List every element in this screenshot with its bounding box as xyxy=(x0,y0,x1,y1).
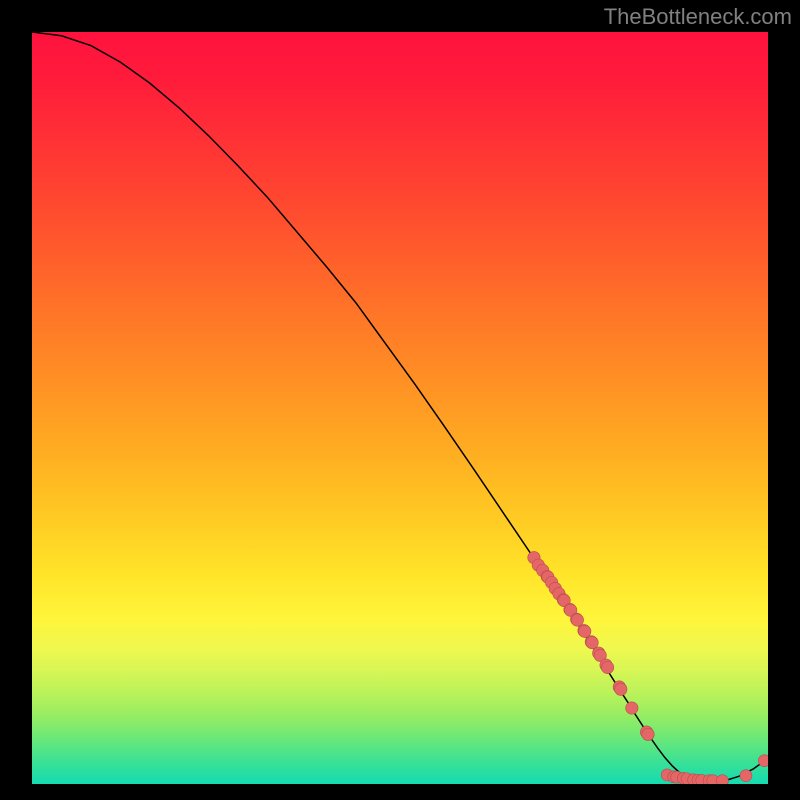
scatter-point xyxy=(571,614,583,626)
scatter-point xyxy=(579,625,591,637)
chart-svg xyxy=(32,32,768,784)
scatter-point xyxy=(626,702,638,714)
main-curve xyxy=(32,32,768,781)
scatter-point xyxy=(586,636,598,648)
scatter-points xyxy=(528,551,768,784)
scatter-point xyxy=(615,683,627,695)
scatter-point xyxy=(716,775,728,784)
figure: TheBottleneck.com xyxy=(0,0,800,800)
watermark-text: TheBottleneck.com xyxy=(604,4,792,30)
scatter-point xyxy=(740,770,752,782)
scatter-point xyxy=(601,661,613,673)
plot-area xyxy=(32,32,768,784)
scatter-point xyxy=(758,755,768,767)
scatter-point xyxy=(642,728,654,740)
